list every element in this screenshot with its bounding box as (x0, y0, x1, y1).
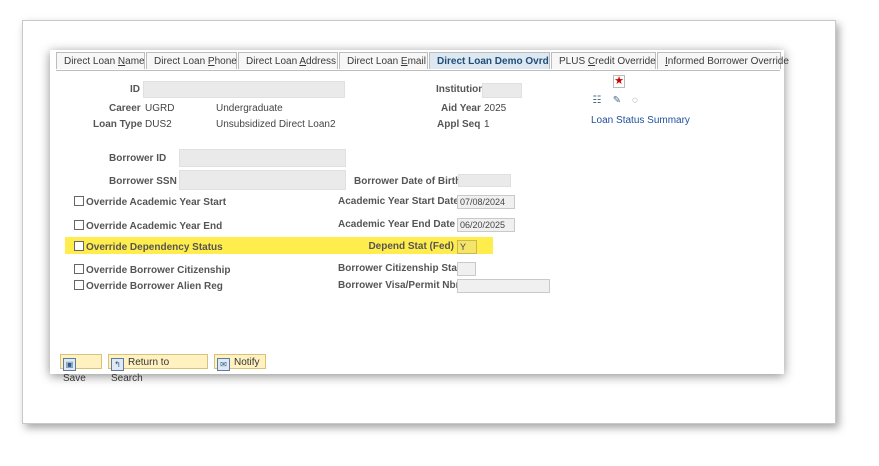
borrower-citizenship-stat-field[interactable] (457, 262, 476, 276)
aid-year-value: 2025 (484, 103, 507, 114)
checkbox-label: Override Academic Year Start (86, 197, 227, 208)
tab-label: redit Override (595, 56, 656, 67)
tab-direct-loan-phone[interactable]: Direct Loan Phone (146, 52, 237, 69)
tab-label: Direct Loan (64, 56, 118, 67)
borrower-dob-redacted (458, 174, 511, 187)
notify-button[interactable]: ✉ Notify (214, 354, 266, 371)
tab-informed-borrower-override[interactable]: Informed Borrower Override (657, 52, 789, 69)
override-borrower-alien-reg[interactable]: Override Borrower Alien Reg (74, 280, 223, 292)
career-code: UGRD (145, 103, 175, 114)
tab-direct-loan-name[interactable]: Direct Loan Name (56, 52, 145, 69)
borrower-dob-label: Borrower Date of Birth (354, 176, 462, 187)
borrower-id-label: Borrower ID (109, 153, 167, 164)
required-star-icon: ★ (613, 75, 625, 88)
tab-direct-loan-demo-ovrd[interactable]: Direct Loan Demo Ovrd (429, 52, 550, 69)
override-academic-year-start[interactable]: Override Academic Year Start (74, 196, 226, 208)
checkbox[interactable] (74, 280, 84, 290)
tab-label: Direct Loan (347, 56, 401, 67)
borrower-visa-permit-label: Borrower Visa/Permit Nbr (338, 280, 460, 291)
depend-stat-fed-label: Depend Stat (Fed) (368, 241, 454, 252)
institution-label: Institution (436, 84, 485, 95)
checkbox-label: Override Borrower Citizenship (86, 265, 231, 276)
tab-accesskey: E (400, 56, 408, 67)
appl-seq-label: Appl Seq (437, 119, 481, 130)
override-borrower-citizenship[interactable]: Override Borrower Citizenship (74, 264, 230, 276)
loan-type-description: Unsubsidized Direct Loan2 (216, 119, 336, 130)
checkbox[interactable] (74, 196, 84, 206)
checkbox-label: Override Dependency Status (86, 242, 223, 253)
appl-seq-value: 1 (484, 119, 490, 130)
tab-label: PLUS (559, 56, 588, 67)
tab-divider (56, 70, 780, 71)
tab-label: Direct Loan Demo Ovrd (437, 56, 549, 67)
checkbox[interactable] (74, 220, 84, 230)
institution-value-redacted (482, 83, 522, 98)
checkbox[interactable] (74, 264, 84, 274)
notify-label: Notify (234, 357, 260, 368)
borrower-ssn-label: Borrower SSN (109, 176, 177, 187)
save-icon: ▣ (63, 358, 76, 371)
checkbox-label: Override Academic Year End (86, 221, 223, 232)
override-dependency-status[interactable]: Override Dependency Status (74, 241, 223, 253)
borrower-id-redacted (179, 149, 346, 167)
return-to-search-button[interactable]: ↰ Return to Search (108, 354, 208, 384)
tab-label: ame (125, 56, 145, 67)
save-button-label: Save (63, 373, 86, 384)
tab-label: hone (214, 56, 237, 67)
career-description: Undergraduate (216, 103, 283, 114)
tab-label: Direct Loan (154, 56, 208, 67)
tab-plus-credit-override[interactable]: PLUS Credit Override (551, 52, 656, 69)
id-label: ID (130, 84, 140, 95)
id-value-redacted (143, 81, 345, 98)
save-button[interactable]: ▣ Save (60, 354, 102, 384)
borrower-citizenship-stat-label: Borrower Citizenship Stat (338, 263, 461, 274)
tab-label: nformed Borrower Override (667, 56, 789, 67)
academic-year-start-field[interactable]: 07/08/2024 (457, 195, 515, 209)
loan-status-summary-link[interactable]: Loan Status Summary (591, 115, 690, 126)
tab-direct-loan-email[interactable]: Direct Loan Email (339, 52, 428, 69)
notify-icon: ✉ (217, 358, 230, 371)
override-academic-year-end[interactable]: Override Academic Year End (74, 220, 222, 232)
loan-type-label: Loan Type (93, 119, 143, 130)
academic-year-end-field[interactable]: 06/20/2025 (457, 218, 515, 232)
academic-year-end-label: Academic Year End Date (338, 219, 456, 230)
direct-loan-demo-override-page: Direct Loan Name Direct Loan Phone Direc… (50, 50, 789, 384)
loan-type-code: DUS2 (145, 119, 172, 130)
depend-stat-fed-field[interactable]: Y (457, 240, 477, 254)
comment-icon[interactable]: ◌ (630, 96, 640, 106)
tab-accesskey: P (207, 56, 215, 67)
borrower-ssn-redacted (179, 170, 346, 190)
career-label: Career (109, 103, 141, 114)
tab-label: Direct Loan (246, 56, 300, 67)
checkbox[interactable] (74, 241, 84, 251)
academic-year-start-label: Academic Year Start Date (338, 196, 459, 207)
return-arrow-icon: ↰ (111, 358, 124, 371)
checkbox-label: Override Borrower Alien Reg (86, 281, 223, 292)
tab-label: mail (407, 56, 426, 67)
edit-note-icon[interactable]: ✎ (612, 96, 622, 106)
aid-year-label: Aid Year (441, 103, 481, 114)
checklist-icon[interactable]: ☷ (592, 96, 602, 106)
tab-direct-loan-address[interactable]: Direct Loan Address (238, 52, 338, 69)
tab-label: ddress (306, 56, 337, 67)
borrower-visa-permit-field[interactable] (457, 279, 550, 293)
